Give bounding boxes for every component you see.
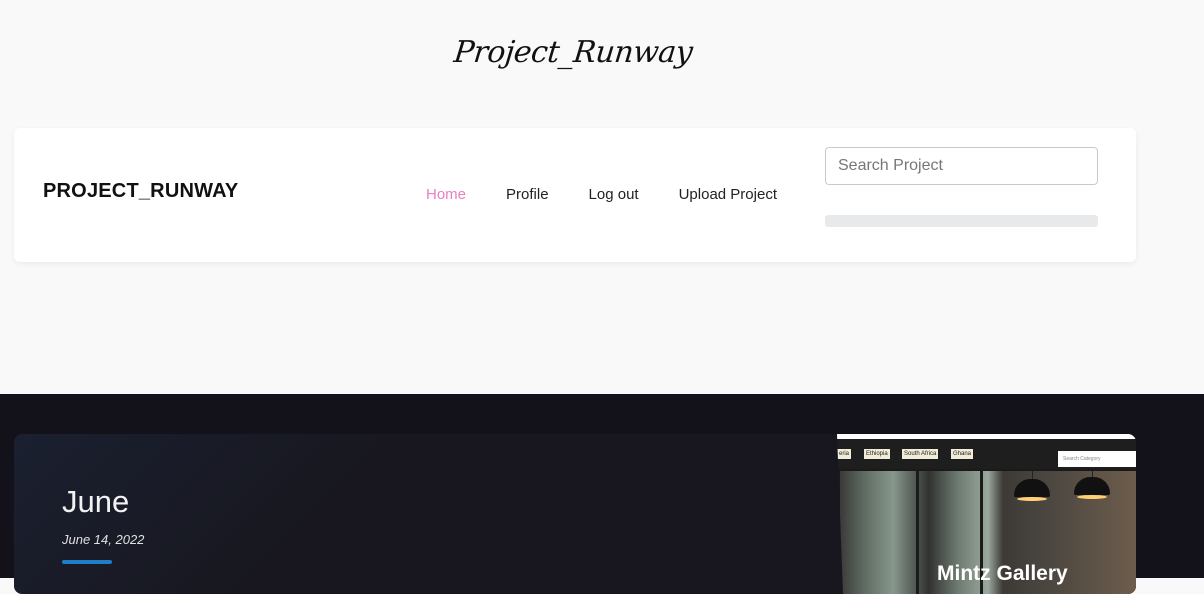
lamp: [1014, 479, 1050, 497]
preview-chip: Ghana: [951, 449, 974, 459]
preview-chip: South Africa: [902, 449, 939, 459]
project-accent-line: [62, 560, 112, 564]
nav-link-home[interactable]: Home: [426, 186, 466, 203]
project-card[interactable]: June June 14, 2022 eria Ethiopia South A…: [14, 434, 1136, 594]
nav-links: Home Profile Log out Upload Project: [426, 186, 817, 203]
project-title: June: [62, 484, 130, 519]
nav-link-profile[interactable]: Profile: [506, 186, 549, 203]
nav-link-logout[interactable]: Log out: [589, 186, 639, 203]
search-results-bar: [825, 215, 1098, 227]
preview-title: Mintz Gallery: [937, 562, 1068, 585]
project-date: June 14, 2022: [62, 532, 145, 547]
navbar: PROJECT_RUNWAY Home Profile Log out Uplo…: [14, 128, 1136, 262]
brand-name[interactable]: PROJECT_RUNWAY: [43, 180, 238, 203]
lamp: [1074, 477, 1110, 495]
site-logo[interactable]: Project_Runway: [452, 35, 694, 70]
projects-section: June June 14, 2022 eria Ethiopia South A…: [0, 394, 1204, 594]
lamp-glow: [1017, 497, 1047, 501]
lamp-cord: [1032, 471, 1033, 479]
nav-link-upload-project[interactable]: Upload Project: [679, 186, 777, 203]
search-project-input[interactable]: [825, 147, 1098, 185]
preview-chip: eria: [837, 449, 852, 459]
site-logo-area: Project_Runway: [0, 0, 1146, 100]
lamp-glow: [1077, 495, 1107, 499]
preview-search: Search Category: [1058, 451, 1136, 467]
preview-navbar: eria Ethiopia South Africa Ghana Search …: [837, 439, 1136, 469]
window-frame: [916, 471, 919, 594]
preview-chip: Ethiopia: [864, 449, 890, 459]
project-preview-image[interactable]: eria Ethiopia South Africa Ghana Search …: [837, 434, 1136, 594]
